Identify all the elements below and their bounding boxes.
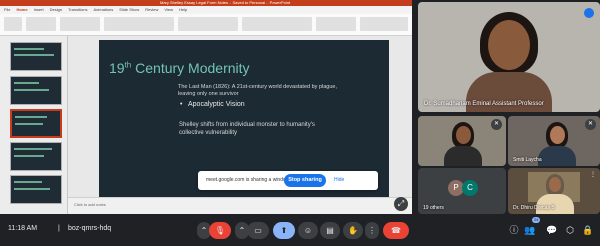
ppt-tab-help[interactable]: Help — [179, 6, 187, 14]
slide-thumb[interactable] — [10, 175, 62, 204]
speaker-face — [488, 20, 530, 70]
sharing-banner: meet.google.com is sharing a window. Sto… — [198, 171, 378, 190]
drawing-group[interactable] — [242, 17, 312, 31]
title-num: 19 — [109, 60, 125, 76]
emoji-button[interactable]: ☺ — [298, 222, 318, 239]
slide-thumb-selected[interactable] — [10, 109, 62, 138]
ppt-tab-review[interactable]: Review — [145, 6, 158, 14]
ppt-tab-view[interactable]: View — [164, 6, 173, 14]
paste-button[interactable] — [4, 17, 22, 31]
designer-group[interactable] — [360, 17, 408, 31]
title-rest: Century Modernity — [131, 60, 250, 76]
captions-button[interactable]: ▤ — [320, 222, 340, 239]
separator: | — [58, 225, 60, 232]
participant-body — [444, 146, 482, 166]
participant-tile[interactable]: ⋮ Dr. Dhiru Dorcas B — [508, 168, 600, 214]
people-icon[interactable]: 👥 — [524, 224, 536, 236]
mic-off-button[interactable]: 🎙 — [209, 222, 231, 239]
others-tile[interactable]: P C 19 others — [418, 168, 506, 214]
meeting-code: boz-qmrs-hdq — [68, 225, 112, 232]
notes-placeholder: Click to add notes — [74, 202, 106, 207]
slide-title: 19th Century Modernity — [109, 60, 250, 76]
avatar: C — [462, 180, 478, 196]
font-group[interactable] — [104, 17, 174, 31]
participant-name: Dr. Dhiru Dorcas B — [513, 205, 555, 211]
ppt-ribbon — [0, 14, 412, 36]
more-options-icon[interactable]: ⋮ — [590, 171, 596, 178]
participant-name: Smiti Laycha — [513, 157, 542, 163]
slide-text-line3: Shelley shifts from individual monster t… — [179, 122, 315, 128]
more-options-button[interactable]: ⋮ — [365, 222, 379, 239]
sharing-text: meet.google.com is sharing a window. — [206, 177, 291, 183]
leave-call-button[interactable]: ☎ — [383, 222, 409, 239]
raise-hand-button[interactable]: ✋ — [343, 222, 363, 239]
host-controls-icon[interactable]: 🔒 — [582, 224, 594, 236]
hide-banner-button[interactable]: Hide — [334, 177, 344, 183]
participant-body — [536, 194, 574, 214]
mic-off-icon: ✕ — [491, 119, 502, 130]
main-speaker-name: Dr. Sumadhanam Eminal Assistant Professo… — [424, 101, 544, 107]
ppt-tab-insert[interactable]: Insert — [34, 6, 44, 14]
ppt-tab-transitions[interactable]: Transitions — [68, 6, 87, 14]
slide-thumb[interactable] — [10, 76, 62, 105]
paragraph-group[interactable] — [178, 17, 238, 31]
slide-thumb[interactable] — [10, 142, 62, 171]
activities-icon[interactable]: ⬡ — [564, 224, 576, 236]
slide-text-line2: leaving only one survivor — [178, 91, 239, 97]
ppt-ribbon-tabs: File Home Insert Design Transitions Anim… — [0, 6, 412, 14]
participant-face — [550, 126, 565, 144]
slide-thumbnails — [0, 36, 68, 214]
slide-bullet-1: Apocalyptic Vision — [180, 101, 245, 108]
camera-button[interactable]: ▭ — [247, 222, 269, 239]
mic-off-icon: ✕ — [585, 119, 596, 130]
info-icon[interactable]: ⓘ — [508, 224, 520, 236]
participant-face — [549, 177, 561, 192]
slide-text-line4: collective vulnerability — [179, 130, 238, 136]
meeting-controls-bar: 11:18 AM | boz-qmrs-hdq ⌃ 🎙 ⌃ ▭ ⬆ ☺ ▤ ✋ … — [0, 214, 600, 246]
ppt-tab-file[interactable]: File — [4, 6, 10, 14]
notes-pane[interactable]: Click to add notes — [68, 197, 412, 214]
slide-thumb[interactable] — [10, 42, 62, 71]
ppt-tab-design[interactable]: Design — [50, 6, 62, 14]
audio-indicator-icon — [584, 8, 594, 18]
participant-face — [456, 126, 471, 144]
participant-tile[interactable]: ✕ — [418, 116, 506, 166]
participant-tile[interactable]: ✕ Smiti Laycha — [508, 116, 600, 166]
meeting-time: 11:18 AM — [8, 225, 38, 232]
ppt-tab-home[interactable]: Home — [16, 6, 27, 14]
people-count-badge: 24 — [532, 217, 541, 223]
editing-group[interactable] — [316, 17, 356, 31]
slide-text-line1: The Last Man (1826): A 21st-century worl… — [178, 84, 337, 90]
chat-icon[interactable]: 💬 — [546, 224, 558, 236]
others-count: 19 others — [423, 205, 444, 211]
expand-icon[interactable]: ⤢ — [394, 197, 408, 211]
ppt-tab-slideshow[interactable]: Slide Show — [119, 6, 139, 14]
ppt-tab-animations[interactable]: Animations — [93, 6, 113, 14]
main-speaker-tile[interactable]: Dr. Sumadhanam Eminal Assistant Professo… — [418, 2, 600, 112]
slides-group[interactable] — [60, 17, 100, 31]
clipboard-group[interactable] — [26, 17, 56, 31]
participant-body — [538, 146, 576, 166]
present-button[interactable]: ⬆ — [273, 222, 295, 239]
stop-sharing-button[interactable]: Stop sharing — [284, 174, 326, 187]
